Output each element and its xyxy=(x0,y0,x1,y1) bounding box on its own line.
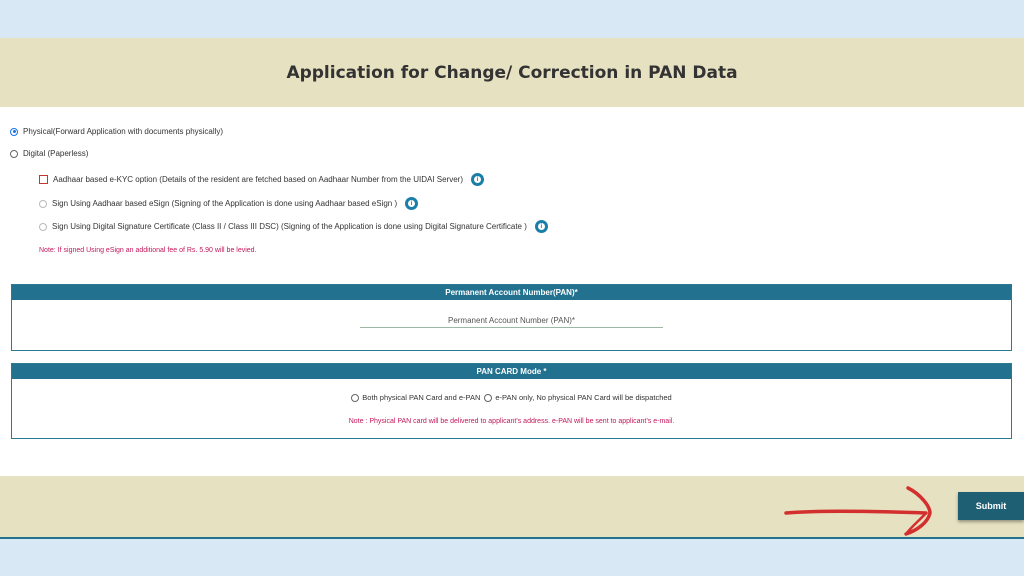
dsc-option[interactable]: Sign Using Digital Signature Certificate… xyxy=(39,220,548,233)
epan-label: e-PAN only, No physical PAN Card will be… xyxy=(495,393,672,402)
card-mode-note: Note : Physical PAN card will be deliver… xyxy=(348,418,675,425)
card-mode-panel: PAN CARD Mode * Both physical PAN Card a… xyxy=(11,363,1012,439)
epan-radio[interactable] xyxy=(484,393,493,402)
ekyc-checkbox[interactable] xyxy=(39,175,48,184)
digital-option[interactable]: Digital (Paperless) xyxy=(10,149,88,158)
pan-input[interactable] xyxy=(360,314,663,328)
physical-radio[interactable] xyxy=(10,127,18,136)
top-band xyxy=(0,0,1024,38)
info-icon[interactable]: i xyxy=(534,220,548,233)
physical-option[interactable]: Physical(Forward Application with docume… xyxy=(10,127,223,136)
red-arrow-annotation-icon xyxy=(784,486,932,536)
dsc-label: Sign Using Digital Signature Certificate… xyxy=(52,222,527,231)
card-mode-panel-header: PAN CARD Mode * xyxy=(12,364,1011,379)
ekyc-option[interactable]: Aadhaar based e-KYC option (Details of t… xyxy=(39,173,484,186)
epan-option[interactable]: e-PAN only, No physical PAN Card will be… xyxy=(484,393,672,402)
both-option[interactable]: Both physical PAN Card and e-PAN xyxy=(351,393,480,402)
page-title: Application for Change/ Correction in PA… xyxy=(286,62,738,83)
pan-panel: Permanent Account Number(PAN)* xyxy=(11,284,1012,351)
submit-button[interactable]: Submit xyxy=(958,492,1024,520)
form-area: Physical(Forward Application with docume… xyxy=(0,107,1024,476)
digital-radio[interactable] xyxy=(10,149,18,158)
bottom-band xyxy=(0,539,1024,576)
dsc-radio[interactable] xyxy=(39,222,47,231)
info-icon[interactable]: i xyxy=(405,197,419,210)
digital-label: Digital (Paperless) xyxy=(23,149,89,158)
esign-label: Sign Using Aadhaar based eSign (Signing … xyxy=(52,199,398,208)
physical-label: Physical(Forward Application with docume… xyxy=(23,127,224,136)
esign-radio[interactable] xyxy=(39,199,47,208)
esign-fee-note: Note: If signed Using eSign an additiona… xyxy=(39,247,257,254)
both-label: Both physical PAN Card and e-PAN xyxy=(362,393,481,402)
card-mode-options: Both physical PAN Card and e-PAN e-PAN o… xyxy=(12,393,1011,402)
both-radio[interactable] xyxy=(351,393,360,402)
ekyc-label: Aadhaar based e-KYC option (Details of t… xyxy=(53,175,463,184)
page-header: Application for Change/ Correction in PA… xyxy=(0,38,1024,107)
info-icon[interactable]: i xyxy=(471,173,484,186)
pan-panel-header: Permanent Account Number(PAN)* xyxy=(12,285,1011,300)
esign-option[interactable]: Sign Using Aadhaar based eSign (Signing … xyxy=(39,197,419,210)
